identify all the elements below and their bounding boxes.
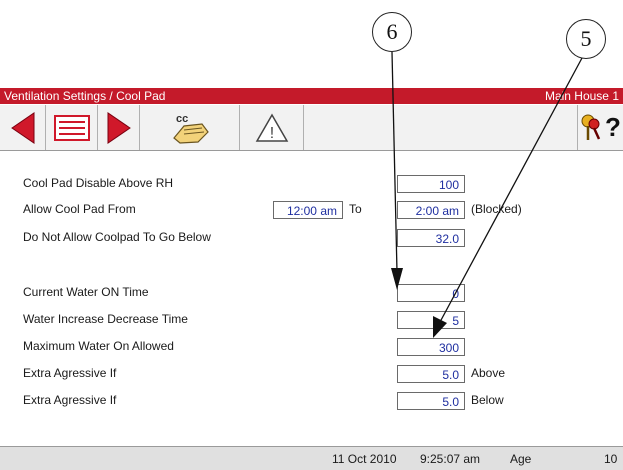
cc-button[interactable]: cc [140, 105, 240, 150]
water-incdec-field[interactable]: 5 [397, 311, 465, 329]
allow-from-time-field[interactable]: 12:00 am [273, 201, 343, 219]
disable-rh-field[interactable]: 100 [397, 175, 465, 193]
status-bar: 11 Oct 2010 9:25:07 am Age 10 [0, 446, 623, 470]
water-on-time-field: 0 [397, 284, 465, 302]
status-age-value: 10 [604, 452, 618, 466]
cc-hand-icon: cc [172, 113, 209, 144]
max-water-field[interactable]: 300 [397, 338, 465, 356]
back-button[interactable] [0, 105, 46, 150]
not-below-field[interactable]: 32.0 [397, 229, 465, 247]
arrow-left-icon [10, 111, 34, 144]
alarm-glyph: ! [269, 125, 273, 142]
callout-5: 5 [566, 19, 606, 59]
settings-panel: Cool Pad Disable Above RH 100 Allow Cool… [0, 151, 623, 440]
house-name: Main House 1 [544, 89, 619, 103]
arrow-right-icon [107, 111, 131, 144]
keys-icon [581, 114, 600, 140]
water-incdec-label: Water Increase Decrease Time [23, 312, 188, 326]
callout-5-label: 5 [580, 26, 592, 51]
screen-list-icon [53, 114, 90, 141]
max-water-label: Maximum Water On Allowed [23, 339, 174, 353]
allow-to-time-field[interactable]: 2:00 am [397, 201, 465, 219]
allow-to-label: To [349, 202, 362, 216]
water-on-time-label: Current Water ON Time [23, 285, 149, 299]
toolbar: cc ! ? [0, 105, 623, 151]
extra-below-field[interactable]: 5.0 [397, 392, 465, 410]
keys-button[interactable] [578, 105, 603, 150]
title-bar: Ventilation Settings / Cool Pad Main Hou… [0, 88, 623, 104]
cc-label: cc [176, 113, 188, 125]
extra-above-suffix: Above [471, 366, 506, 380]
help-icon: ? [605, 112, 621, 142]
status-age-label: Age [510, 452, 532, 466]
callout-6-label: 6 [386, 19, 398, 44]
status-date: 11 Oct 2010 [332, 452, 397, 466]
help-button[interactable]: ? [603, 105, 623, 150]
forward-button[interactable] [98, 105, 140, 150]
disable-rh-label: Cool Pad Disable Above RH [23, 176, 174, 190]
extra-below-label: Extra Agressive If [23, 393, 117, 407]
menu-button[interactable] [46, 105, 98, 150]
warning-triangle-icon: ! [255, 112, 288, 142]
extra-below-suffix: Below [471, 393, 504, 407]
screen-title: Ventilation Settings / Cool Pad [4, 89, 166, 103]
status-time: 9:25:07 am [420, 452, 481, 466]
allow-from-label: Allow Cool Pad From [23, 202, 136, 216]
alarm-button[interactable]: ! [240, 105, 304, 150]
callout-6: 6 [372, 12, 412, 52]
extra-above-label: Extra Agressive If [23, 366, 117, 380]
blocked-status: (Blocked) [471, 202, 522, 216]
not-below-label: Do Not Allow Coolpad To Go Below [23, 230, 211, 244]
toolbar-spacer [304, 105, 578, 150]
extra-above-field[interactable]: 5.0 [397, 365, 465, 383]
